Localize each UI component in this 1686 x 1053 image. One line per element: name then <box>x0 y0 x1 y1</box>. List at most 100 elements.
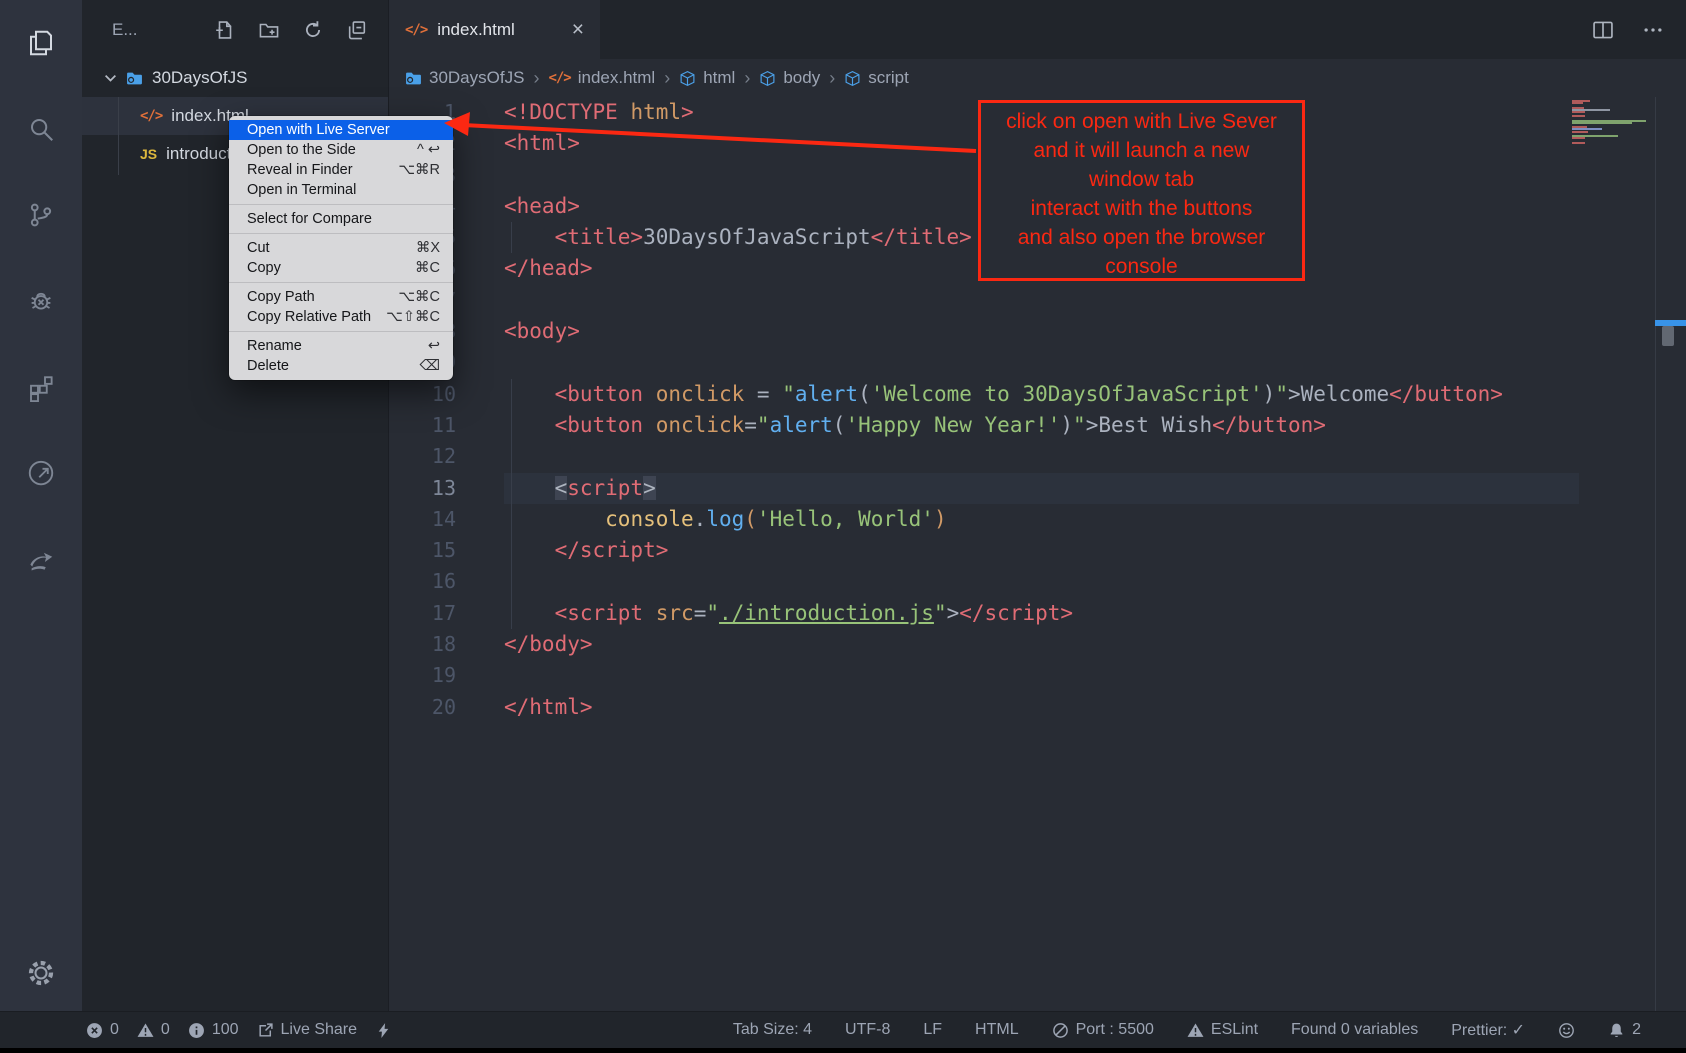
custom-extension-icon[interactable] <box>26 544 56 574</box>
breadcrumb-label: 30DaysOfJS <box>429 68 524 88</box>
tab-close-icon[interactable]: × <box>572 19 584 40</box>
annotation-line: window tab <box>981 165 1302 194</box>
breadcrumb-item-script[interactable]: script <box>844 68 909 88</box>
code-text: <!DOCTYPE html> <box>504 97 694 128</box>
status-item-label: HTML <box>975 1021 1019 1039</box>
code-line-13[interactable]: 13 <script> <box>389 473 1686 504</box>
menu-item-shortcut: ^ ↩ <box>417 142 440 158</box>
code-line-8[interactable]: 8<body> <box>389 316 1686 347</box>
breadcrumb-separator: › <box>829 68 835 89</box>
code-line-12[interactable]: 12 <box>389 441 1686 472</box>
error-icon <box>86 1022 103 1039</box>
tree-indent-guide <box>118 97 119 175</box>
line-number: 13 <box>389 473 456 504</box>
menu-item-select-for-compare[interactable]: Select for Compare <box>229 209 453 229</box>
breadcrumb-item-html[interactable]: html <box>679 68 735 88</box>
live-share-icon[interactable] <box>26 458 56 488</box>
new-folder-icon[interactable] <box>258 19 280 41</box>
chevron-down-icon <box>104 74 117 83</box>
code-line-18[interactable]: 18</body> <box>389 629 1686 660</box>
menu-item-label: Open to the Side <box>247 142 417 158</box>
breadcrumb-label: script <box>868 68 909 88</box>
menu-item-open-to-the-side[interactable]: Open to the Side^ ↩ <box>229 140 453 160</box>
minimap[interactable] <box>1572 100 1648 144</box>
refresh-icon[interactable] <box>302 19 324 41</box>
line-number: 19 <box>389 660 456 691</box>
menu-item-cut[interactable]: Cut⌘X <box>229 238 453 258</box>
html-icon: </> <box>548 70 570 86</box>
line-number: 20 <box>389 692 456 723</box>
source-control-icon[interactable] <box>26 200 56 230</box>
menu-item-shortcut: ⌥⌘R <box>398 162 440 178</box>
status-item-bolt[interactable] <box>375 1022 392 1039</box>
menu-item-copy-relative-path[interactable]: Copy Relative Path⌥⇧⌘C <box>229 307 453 327</box>
settings-gear-icon[interactable] <box>26 958 56 988</box>
code-line-11[interactable]: 11 <button onclick="alert('Happy New Yea… <box>389 410 1686 441</box>
line-number: 18 <box>389 629 456 660</box>
explorer-icon[interactable] <box>26 28 56 58</box>
minimap-line <box>1572 142 1648 144</box>
code-line-17[interactable]: 17 <script src="./introduction.js"></scr… <box>389 598 1686 629</box>
code-line-16[interactable]: 16 <box>389 566 1686 597</box>
status-item-100[interactable]: 100 <box>188 1021 239 1039</box>
code-text: <body> <box>504 316 580 347</box>
status-item-0[interactable]: 0 <box>137 1021 170 1039</box>
status-item-found-0-variables[interactable]: Found 0 variables <box>1291 1021 1418 1039</box>
code-line-20[interactable]: 20</html> <box>389 692 1686 723</box>
tab-index-html[interactable]: </> index.html × <box>389 0 600 59</box>
menu-item-open-with-live-server[interactable]: Open with Live Server <box>229 120 453 140</box>
status-item-prettier[interactable]: Prettier: ✓ <box>1451 1020 1525 1040</box>
status-item-utf-8[interactable]: UTF-8 <box>845 1021 890 1039</box>
breadcrumb-item-index-html[interactable]: </>index.html <box>548 68 655 88</box>
status-item-label: Prettier: ✓ <box>1451 1020 1525 1040</box>
status-item-2[interactable]: 2 <box>1608 1021 1641 1039</box>
code-line-14[interactable]: 14 console.log('Hello, World') <box>389 504 1686 535</box>
status-item-eslint[interactable]: ESLint <box>1187 1021 1258 1039</box>
code-line-9[interactable]: 9 <box>389 347 1686 378</box>
extensions-icon[interactable] <box>26 372 56 402</box>
menu-item-shortcut: ⌘X <box>416 240 440 256</box>
code-line-19[interactable]: 19 <box>389 660 1686 691</box>
breadcrumb-item-body[interactable]: body <box>759 68 820 88</box>
menu-item-reveal-in-finder[interactable]: Reveal in Finder⌥⌘R <box>229 160 453 180</box>
breadcrumb-separator: › <box>533 68 539 89</box>
code-line-10[interactable]: 10 <button onclick = "alert('Welcome to … <box>389 379 1686 410</box>
status-item-live-share[interactable]: Live Share <box>257 1021 358 1039</box>
status-item-tab-size-4[interactable]: Tab Size: 4 <box>733 1021 812 1039</box>
status-item-smiley[interactable] <box>1558 1022 1575 1039</box>
collapse-all-icon[interactable] <box>346 19 368 41</box>
menu-item-open-in-terminal[interactable]: Open in Terminal <box>229 180 453 200</box>
warning-icon <box>1187 1022 1204 1039</box>
new-file-icon[interactable] <box>214 19 236 41</box>
code-line-7[interactable]: 7 <box>389 285 1686 316</box>
status-item-lf[interactable]: LF <box>923 1021 942 1039</box>
status-item-port-5500[interactable]: Port : 5500 <box>1052 1021 1154 1039</box>
search-icon[interactable] <box>26 114 56 144</box>
status-item-label: 0 <box>161 1021 170 1039</box>
menu-item-rename[interactable]: Rename↩ <box>229 336 453 356</box>
debug-icon[interactable] <box>26 286 56 316</box>
vscode-window: { "activity_bar": { "icons": [ {"name": … <box>0 0 1686 1053</box>
menu-separator <box>229 204 453 205</box>
code-text: <script> <box>504 473 656 504</box>
folder-item-30daysofjs[interactable]: 30DaysOfJS <box>82 59 388 97</box>
status-right: Tab Size: 4 UTF-8 LF HTML Port : 5500 ESLint F… <box>733 1020 1641 1040</box>
breadcrumb-item-30daysofjs[interactable]: 30DaysOfJS <box>405 68 524 88</box>
overview-ruler-border <box>1655 97 1656 1011</box>
status-item-0[interactable]: 0 <box>86 1021 119 1039</box>
split-editor-icon[interactable] <box>1592 19 1614 41</box>
symbol-cube-icon <box>759 70 776 87</box>
explorer-header: E... <box>82 0 388 59</box>
code-text: <button onclick = "alert('Welcome to 30D… <box>504 379 1503 410</box>
menu-item-label: Select for Compare <box>247 211 440 227</box>
more-actions-icon[interactable] <box>1642 19 1664 41</box>
status-item-html[interactable]: HTML <box>975 1021 1019 1039</box>
js-icon: JS <box>140 146 157 162</box>
menu-item-copy[interactable]: Copy⌘C <box>229 258 453 278</box>
code-line-15[interactable]: 15 </script> <box>389 535 1686 566</box>
html-icon: </> <box>140 108 162 124</box>
annotation-line: and it will launch a new <box>981 136 1302 165</box>
scrollbar-thumb[interactable] <box>1662 326 1674 346</box>
menu-item-copy-path[interactable]: Copy Path⌥⌘C <box>229 287 453 307</box>
menu-item-delete[interactable]: Delete⌫ <box>229 356 453 376</box>
